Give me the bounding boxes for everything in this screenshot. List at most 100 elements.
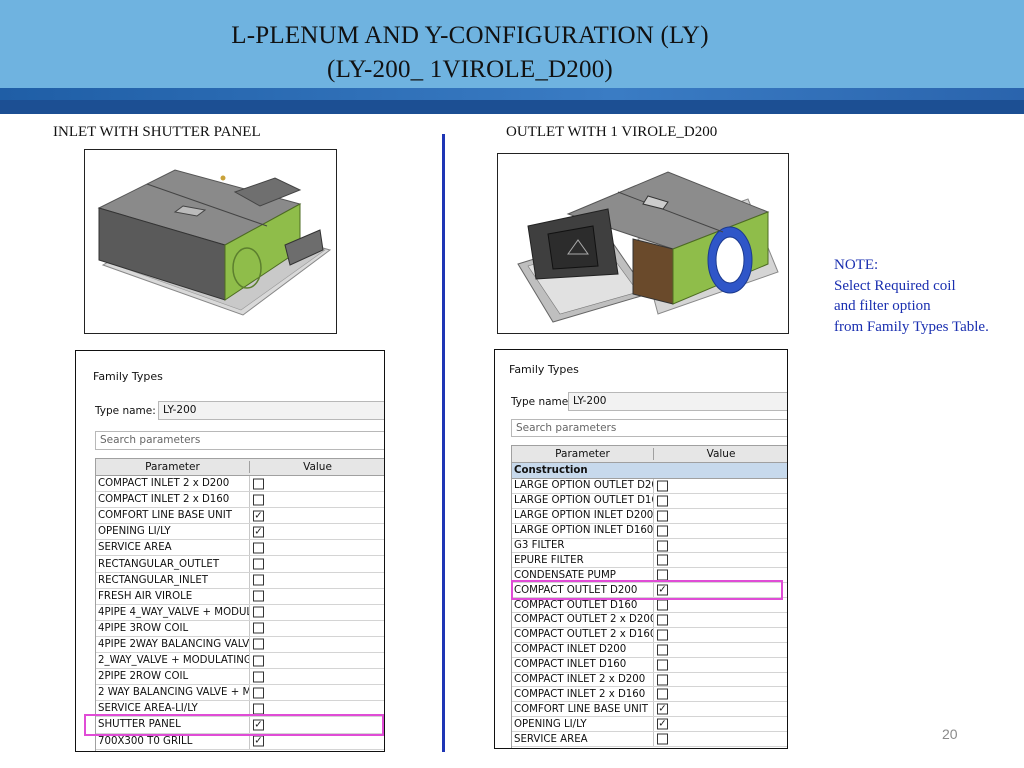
outlet-unit-image	[497, 153, 789, 334]
value-cell	[654, 673, 787, 687]
search-parameters-input[interactable]: Search parameters	[95, 431, 384, 450]
note-heading: NOTE:	[834, 257, 879, 273]
table-row: LARGE OPTION OUTLET D160	[512, 493, 787, 509]
construction-group-header[interactable]: Construction	[512, 463, 787, 479]
parameter-name: 2_WAY_VALVE + MODULATING	[96, 653, 250, 669]
parameter-name: 4PIPE 2WAY BALANCING VALV	[96, 636, 250, 653]
parameter-name: 4PIPE 3ROW COIL	[96, 620, 250, 636]
value-column-header[interactable]: Value	[654, 448, 787, 460]
table-row: G3 FILTER	[512, 538, 787, 554]
unchecked-checkbox[interactable]	[657, 525, 668, 537]
parameter-name: COMPACT INLET 2 x D200	[512, 672, 654, 687]
unchecked-checkbox[interactable]	[657, 688, 668, 700]
table-row: COMPACT INLET 2 x D200	[512, 672, 787, 688]
unchecked-checkbox[interactable]	[253, 622, 264, 634]
unchecked-checkbox[interactable]	[253, 558, 264, 570]
unchecked-checkbox[interactable]	[253, 494, 264, 506]
parameter-name: COMPACT INLET 2 x D160	[512, 687, 654, 702]
checked-checkbox[interactable]: ✓	[253, 735, 264, 747]
value-cell	[250, 653, 384, 668]
checked-checkbox[interactable]: ✓	[253, 526, 264, 538]
parameters-table: Parameter Value COMPACT INLET 2 x D200 CO…	[95, 458, 384, 751]
inlet-unit-image	[84, 149, 337, 334]
value-cell	[654, 687, 787, 701]
parameter-name: LARGE OPTION OUTLET D200	[514, 479, 654, 493]
parameter-name: COMPACT OUTLET 2 x D200	[514, 613, 654, 627]
value-cell	[654, 479, 787, 493]
parameter-name: 4PIPE 4_WAY_VALVE + MODUL	[96, 604, 250, 620]
table-header: Parameter Value	[512, 446, 787, 463]
unchecked-checkbox[interactable]	[657, 599, 668, 611]
table-row: COMPACT OUTLET D160	[512, 598, 787, 614]
table-row: LARGE OPTION INLET D160	[512, 523, 787, 539]
search-parameters-input[interactable]: Search parameters	[511, 419, 787, 437]
table-row: 2PIPE 2ROW COIL	[96, 669, 384, 686]
parameter-name: LARGE OPTION INLET D160	[514, 523, 654, 538]
family-types-title: Family Types	[509, 363, 579, 376]
table-row: 4PIPE 3ROW COIL	[96, 620, 384, 637]
outlet-unit-illustration	[517, 171, 779, 323]
table-row: OPENING LI/LY ✓	[96, 524, 384, 541]
table-row: 2_WAY_VALVE + MODULATING	[96, 653, 384, 670]
unchecked-checkbox[interactable]	[657, 733, 668, 745]
slide-title-line2: (LY-200_ 1VIROLE_D200)	[327, 56, 613, 83]
parameter-name: COMFORT LINE BASE UNIT	[512, 702, 654, 717]
table-row: COMPACT OUTLET 2 x D160	[512, 627, 787, 643]
table-row: LARGE OPTION OUTLET D200	[512, 479, 787, 494]
table-row: COMPACT OUTLET 2 x D200	[512, 613, 787, 628]
parameter-name: OPENING LI/LY	[512, 717, 654, 732]
value-cell	[250, 589, 384, 604]
unchecked-checkbox[interactable]	[253, 606, 264, 618]
unchecked-checkbox[interactable]	[657, 614, 668, 626]
unchecked-checkbox[interactable]	[253, 638, 264, 650]
checked-checkbox[interactable]: ✓	[657, 718, 668, 730]
unchecked-checkbox[interactable]	[253, 478, 264, 490]
unchecked-checkbox[interactable]	[657, 495, 668, 507]
type-name-field[interactable]: LY-200	[158, 401, 384, 420]
parameter-name: LARGE OPTION OUTLET D160	[514, 493, 654, 508]
parameter-name: SERVICE AREA	[96, 540, 250, 556]
unchecked-checkbox[interactable]	[253, 655, 264, 667]
page-number: 20	[942, 726, 958, 742]
check-mark-icon: ✓	[254, 510, 263, 522]
value-cell	[250, 492, 384, 507]
table-body: LARGE OPTION OUTLET D200 LARGE OPTION OUT…	[512, 479, 787, 748]
unchecked-checkbox[interactable]	[253, 687, 264, 699]
table-row: RECTANGULAR_INLET	[96, 572, 384, 589]
unchecked-checkbox[interactable]	[253, 671, 264, 683]
unchecked-checkbox[interactable]	[657, 554, 668, 566]
value-cell	[250, 621, 384, 636]
value-column-header[interactable]: Value	[250, 461, 384, 473]
table-row: FRESH AIR VIROLE	[96, 588, 384, 605]
value-cell: ✓	[654, 702, 787, 716]
value-cell: ✓	[654, 717, 787, 731]
unchecked-checkbox[interactable]	[657, 480, 668, 492]
value-cell	[250, 573, 384, 588]
header-dark-band	[0, 100, 1024, 114]
unchecked-checkbox[interactable]	[657, 659, 668, 671]
parameter-name: FRESH AIR VIROLE	[96, 588, 250, 604]
parameter-column-header[interactable]: Parameter	[512, 448, 654, 460]
parameter-column-header[interactable]: Parameter	[96, 461, 250, 473]
unchecked-checkbox[interactable]	[657, 674, 668, 686]
unchecked-checkbox[interactable]	[657, 629, 668, 641]
unchecked-checkbox[interactable]	[657, 644, 668, 656]
unchecked-checkbox[interactable]	[253, 574, 264, 586]
value-cell	[654, 553, 787, 567]
unchecked-checkbox[interactable]	[657, 510, 668, 522]
unchecked-checkbox[interactable]	[253, 703, 264, 715]
type-name-label: Type name:	[95, 405, 156, 417]
parameter-name: G3 FILTER	[512, 538, 654, 553]
unchecked-checkbox[interactable]	[253, 542, 264, 554]
note-line: and filter option	[834, 298, 931, 314]
parameter-name: RECTANGULAR_OUTLET	[96, 556, 250, 572]
type-name-field[interactable]: LY-200	[568, 392, 787, 411]
unchecked-checkbox[interactable]	[657, 540, 668, 551]
checked-checkbox[interactable]: ✓	[253, 510, 264, 522]
checked-checkbox[interactable]: ✓	[657, 703, 668, 715]
inlet-unit-illustration	[97, 169, 332, 316]
left-family-types-panel: Family Types Type name: LY-200 Search pa…	[75, 350, 385, 752]
unchecked-checkbox[interactable]	[253, 590, 264, 602]
type-name-label: Type name:	[511, 396, 572, 408]
table-row: OPENING LI/LY ✓	[512, 717, 787, 733]
